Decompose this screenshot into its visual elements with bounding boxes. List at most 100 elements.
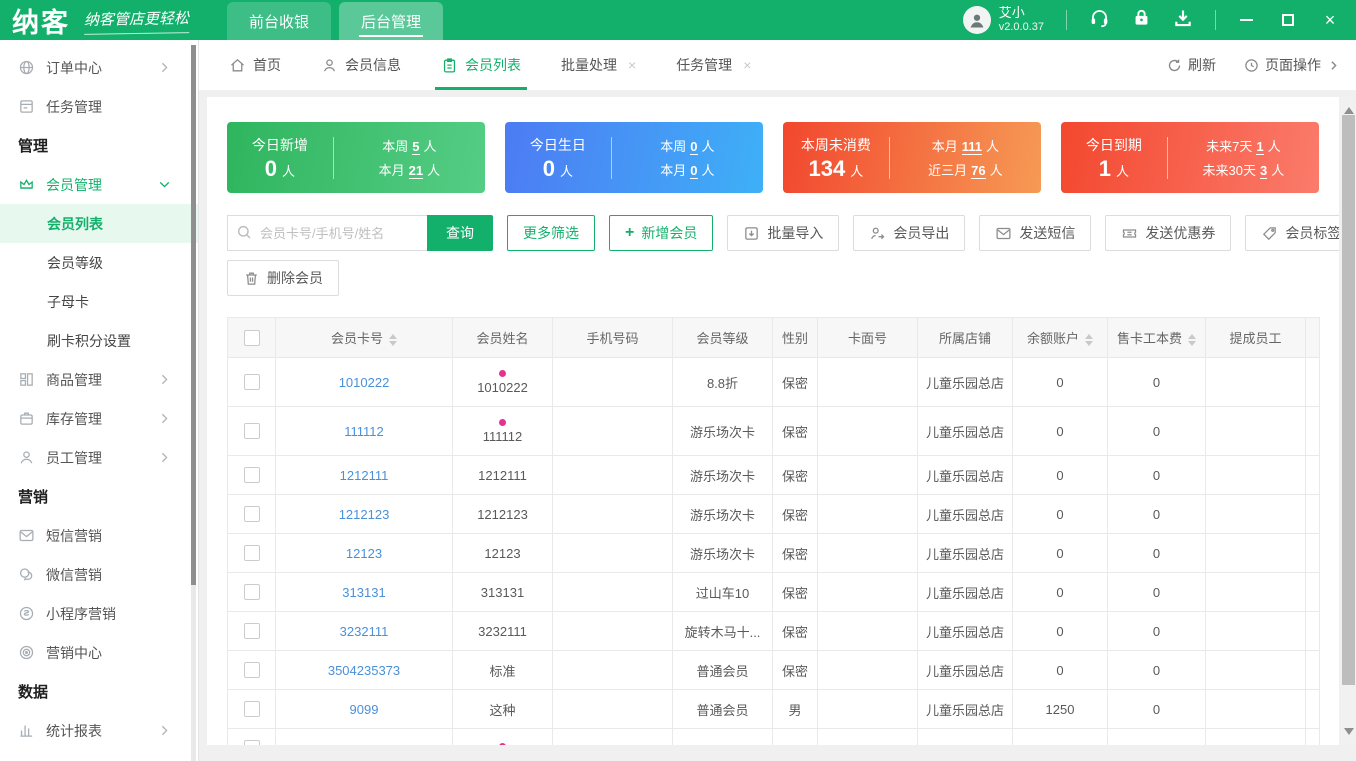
发送优惠券-button[interactable]: 发送优惠券 [1105, 215, 1232, 251]
row-checkbox[interactable] [243, 506, 260, 522]
stat-link-value[interactable]: 1 [1256, 139, 1264, 155]
sidebar-item-营销中心[interactable]: 营销中心 [0, 633, 198, 672]
card-no-link[interactable]: 3232111 [340, 624, 389, 639]
stat-link-value[interactable]: 111 [961, 139, 983, 155]
row-checkbox[interactable] [243, 423, 260, 439]
search-input[interactable] [227, 215, 427, 251]
member-name: 1010222 [477, 379, 528, 395]
sidebar-item-统计报表[interactable]: 统计报表 [0, 711, 198, 750]
minimize-button[interactable] [1238, 12, 1254, 28]
name-cell: 313131 [452, 572, 553, 612]
sidebar-item-库存管理[interactable]: 库存管理 [0, 399, 198, 438]
balance-cell: 0 [1012, 572, 1108, 612]
stat-link-value[interactable]: 5 [412, 139, 420, 155]
card-no-link[interactable]: 1212123 [339, 507, 390, 522]
tab-close-icon[interactable]: × [628, 57, 636, 73]
sidebar-item-会员等级[interactable]: 会员等级 [0, 243, 198, 282]
tab-首页[interactable]: 首页 [229, 40, 281, 90]
page-scrollbar-thumb[interactable] [1342, 115, 1355, 685]
stat-card-subrow: 近三月 76 人 [928, 163, 1003, 179]
card-no-link[interactable]: 1212111 [340, 468, 389, 483]
sort-icon[interactable] [1188, 333, 1196, 346]
user-account[interactable]: 艾小 v2.0.0.37 [962, 5, 1044, 34]
member-name: 标准 [489, 663, 516, 679]
card-no-link[interactable]: 1010222 [339, 375, 390, 390]
card-face-cell [817, 494, 918, 534]
row-checkbox[interactable] [243, 662, 260, 678]
card-no-link[interactable]: 313131 [342, 585, 385, 600]
tab-任务管理[interactable]: 任务管理 × [676, 40, 751, 90]
stat-link-value[interactable]: 0 [690, 139, 698, 155]
target-icon [18, 644, 35, 661]
sidebar-scrollbar[interactable] [191, 45, 196, 761]
support-icon[interactable] [1089, 7, 1110, 33]
sidebar-item-小程序营销[interactable]: 小程序营销 [0, 594, 198, 633]
更多筛选-button[interactable]: 更多筛选 [507, 215, 595, 251]
card-no-link[interactable]: 12123 [346, 546, 382, 561]
home-icon [229, 57, 246, 74]
sidebar-item-订单中心[interactable]: 订单中心 [0, 48, 198, 87]
card-no-link[interactable]: 3504235373 [328, 663, 400, 678]
发送短信-button[interactable]: 发送短信 [979, 215, 1092, 251]
sort-icon[interactable] [389, 333, 397, 346]
filler-cell [1305, 689, 1320, 729]
page-scrollbar[interactable] [1341, 97, 1356, 745]
scroll-up-arrow-icon[interactable] [1344, 102, 1354, 114]
stat-link-value[interactable]: 76 [971, 163, 986, 179]
phone-cell [552, 728, 673, 745]
stat-link-value[interactable]: 21 [408, 163, 424, 179]
sidebar-item-会员列表[interactable]: 会员列表 [0, 204, 198, 243]
refresh-action[interactable]: 刷新 [1167, 55, 1216, 75]
tab-会员信息[interactable]: 会员信息 [321, 40, 401, 90]
会员导出-button[interactable]: 会员导出 [853, 215, 966, 251]
新增会员-button[interactable]: + 新增会员 [609, 215, 714, 251]
row-checkbox[interactable] [243, 545, 260, 561]
sidebar-item-数据分析[interactable]: 数据分析 [0, 750, 198, 761]
sidebar-item-微信营销[interactable]: 微信营销 [0, 555, 198, 594]
sort-icon[interactable] [1085, 333, 1093, 346]
filler-header [1305, 317, 1320, 358]
select-all-checkbox[interactable] [243, 329, 260, 346]
member-list-panel: 今日新增 0人 本周 5 人本月 21 人 今日生日 0人 本周 0 人本月 0 人 本周未消费… [207, 97, 1339, 745]
删除会员-button[interactable]: 删除会员 [227, 260, 339, 296]
row-checkbox[interactable] [243, 467, 260, 483]
name-cell: 标准 [452, 650, 553, 690]
close-button[interactable]: × [1322, 11, 1338, 29]
maximize-button[interactable] [1280, 12, 1296, 28]
row-checkbox[interactable] [243, 584, 260, 600]
phone-cell [552, 650, 673, 690]
brand-area: 纳客 纳客管店更轻松 [0, 0, 190, 40]
sidebar-item-短信营销[interactable]: 短信营销 [0, 516, 198, 555]
top-nav-backend-admin[interactable]: 后台管理 [339, 2, 444, 40]
top-nav-front-cashier[interactable]: 前台收银 [227, 2, 332, 40]
scroll-down-arrow-icon[interactable] [1344, 728, 1354, 740]
tab-close-icon[interactable]: × [743, 57, 751, 73]
column-header-手机号码: 手机号码 [552, 317, 673, 358]
sidebar-item-任务管理[interactable]: 任务管理 [0, 87, 198, 126]
card-no-link[interactable]: 9099 [350, 702, 379, 717]
sidebar-item-子母卡[interactable]: 子母卡 [0, 282, 198, 321]
query-button[interactable]: 查询 [427, 215, 493, 251]
tab-批量处理[interactable]: 批量处理 × [561, 40, 636, 90]
stat-link-value[interactable]: 3 [1259, 163, 1268, 179]
stat-card-details: 本周 0 人本月 0 人 [612, 136, 763, 179]
row-checkbox[interactable] [243, 701, 260, 717]
brand-logo: 纳客 [12, 7, 70, 39]
会员标签-button[interactable]: 会员标签 [1245, 215, 1339, 251]
page-ops-action[interactable]: 页面操作 [1244, 55, 1340, 75]
name-cell: 1212123 [452, 494, 553, 534]
sidebar-item-员工管理[interactable]: 员工管理 [0, 438, 198, 477]
sidebar-item-会员管理[interactable]: 会员管理 [0, 165, 198, 204]
row-checkbox[interactable] [243, 623, 260, 639]
sidebar-item-刷卡积分设置[interactable]: 刷卡积分设置 [0, 321, 198, 360]
lock-icon[interactable] [1132, 8, 1151, 32]
row-checkbox[interactable] [243, 374, 260, 390]
download-icon[interactable] [1173, 8, 1193, 33]
staff-cell [1205, 611, 1306, 651]
card-no-link[interactable]: 111112 [344, 424, 384, 439]
stat-link-value[interactable]: 0 [690, 163, 698, 179]
批量导入-button[interactable]: 批量导入 [727, 215, 840, 251]
sidebar-scrollbar-thumb[interactable] [191, 45, 196, 585]
tab-会员列表[interactable]: 会员列表 [435, 40, 527, 90]
sidebar-item-商品管理[interactable]: 商品管理 [0, 360, 198, 399]
